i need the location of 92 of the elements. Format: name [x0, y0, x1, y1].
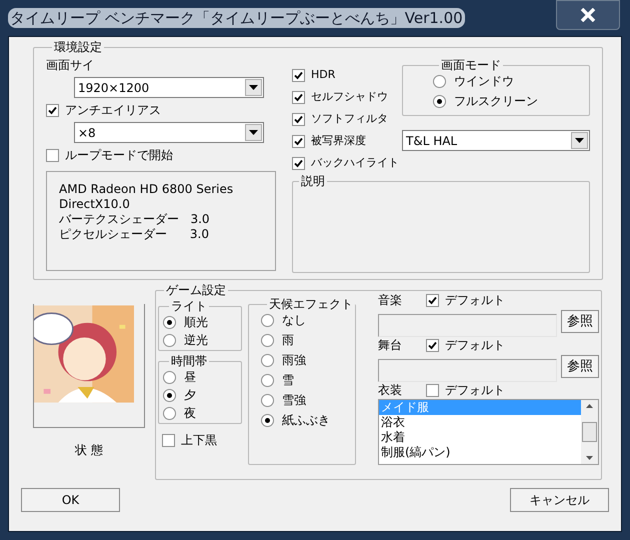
scroll-down-icon[interactable] — [586, 456, 593, 460]
browse-button[interactable]: 参照 — [561, 355, 599, 378]
close-icon — [580, 8, 596, 22]
radio-label: 昼 — [184, 369, 196, 385]
checkbox[interactable] — [162, 434, 175, 446]
radio-label: 夕 — [184, 387, 196, 403]
radio-button[interactable] — [261, 334, 274, 346]
checkbox[interactable] — [292, 134, 305, 148]
gpu-info-text: バーテクスシェーダー 3.0 — [59, 212, 211, 227]
checkmark-icon — [294, 136, 303, 146]
radio-button[interactable] — [261, 314, 274, 326]
checkbox-label: ソフトフィルタ — [311, 111, 388, 127]
radio-label: 夜 — [184, 405, 196, 421]
gpu-info-text: ピクセルシェーダー 3.0 — [59, 227, 210, 242]
dropdown[interactable]: 1920×1200 — [74, 77, 264, 98]
group-title: 天候エフェクト — [268, 296, 354, 312]
checkbox-label: デフォルト — [445, 382, 505, 398]
radio-label: 紙ふぶき — [282, 412, 330, 428]
radio-button[interactable] — [433, 74, 446, 88]
checkbox[interactable] — [292, 90, 305, 104]
checkbox[interactable] — [46, 104, 59, 116]
checkbox-label: HDR — [311, 67, 336, 83]
checkmark-icon — [294, 114, 303, 124]
radio-label: フルスクリーン — [454, 93, 538, 109]
radio-label: ウインドウ — [454, 73, 514, 89]
scrollbar[interactable] — [581, 400, 598, 464]
field-label: 音楽 — [378, 292, 402, 308]
checkbox-label: セルフシャドウ — [311, 89, 388, 105]
group-title: ゲーム設定 — [165, 282, 227, 298]
checkbox-label: デフォルト — [445, 292, 505, 308]
ok-button[interactable]: OK — [21, 488, 120, 512]
scroll-up-icon[interactable] — [586, 404, 593, 408]
checkbox[interactable] — [426, 384, 439, 396]
checkmark-icon — [428, 296, 437, 304]
checkmark-icon — [428, 340, 437, 350]
cancel-button[interactable]: キャンセル — [510, 488, 609, 512]
list-item[interactable]: 制服(縞パン) — [379, 445, 581, 460]
checkmark-icon — [294, 158, 303, 168]
radio-label: 雪強 — [282, 392, 306, 408]
checkbox-label: ループモードで開始 — [65, 147, 173, 163]
checkbox-label: デフォルト — [445, 337, 505, 353]
path-field[interactable] — [378, 314, 557, 337]
status-label: 状 態 — [75, 442, 103, 458]
checkmark-icon — [48, 106, 57, 114]
radio-button[interactable] — [163, 316, 176, 328]
checkbox[interactable] — [426, 294, 439, 306]
radio-button[interactable] — [261, 374, 274, 386]
radio-button[interactable] — [163, 370, 176, 384]
checkbox[interactable] — [426, 338, 439, 352]
list-item[interactable]: 水着 — [379, 430, 581, 445]
checkbox[interactable] — [292, 68, 305, 82]
radio-label: なし — [282, 312, 306, 328]
list-item[interactable]: 浴衣 — [379, 415, 581, 430]
group-title: 説明 — [300, 173, 326, 189]
field-label: 画面サイ — [46, 57, 95, 73]
field-label: 舞台 — [378, 337, 402, 353]
path-field[interactable] — [378, 359, 557, 382]
close-button[interactable] — [556, 0, 620, 30]
group-title: ライト — [170, 298, 208, 314]
costume-list[interactable]: メイド服 浴衣 水着 制服(縞パン) — [378, 399, 599, 465]
radio-button[interactable] — [163, 388, 176, 402]
group-title: 画面モード — [440, 57, 502, 73]
checkmark-icon — [294, 70, 303, 80]
checkbox[interactable] — [292, 112, 305, 126]
checkbox-label: バックハイライト — [311, 155, 399, 171]
radio-label: 逆光 — [184, 332, 208, 348]
browse-button[interactable]: 参照 — [561, 310, 599, 333]
radio-button[interactable] — [163, 406, 176, 420]
checkbox[interactable] — [292, 156, 305, 170]
group-title: 時間帯 — [170, 353, 208, 369]
radio-label: 雨 — [282, 332, 294, 348]
dropdown[interactable]: T&L HAL — [402, 130, 590, 151]
radio-button[interactable] — [163, 334, 176, 346]
checkbox-label: アンチエイリアス — [65, 102, 161, 118]
checkbox-label: 被写界深度 — [311, 133, 366, 149]
scroll-thumb[interactable] — [582, 422, 597, 442]
radio-button[interactable] — [433, 94, 446, 108]
radio-label: 順光 — [184, 314, 208, 330]
dropdown[interactable]: ×8 — [74, 122, 264, 143]
gpu-info-text: AMD Radeon HD 6800 Series — [59, 182, 234, 197]
checkmark-icon — [294, 92, 303, 102]
radio-label: 雪 — [282, 372, 294, 388]
gpu-info-text: DirectX10.0 — [59, 197, 131, 212]
radio-button[interactable] — [261, 394, 274, 406]
group-title: 環境設定 — [53, 39, 103, 55]
window-title: タイムリープ ベンチマーク「タイムリープぶーとべんち」Ver1.00 — [8, 8, 465, 28]
checkbox-label: 上下黒 — [181, 432, 217, 448]
field-label: 衣装 — [378, 382, 402, 398]
radio-button[interactable] — [261, 354, 274, 366]
checkbox[interactable] — [46, 148, 59, 162]
radio-label: 雨強 — [282, 352, 306, 368]
radio-button[interactable] — [261, 414, 274, 426]
